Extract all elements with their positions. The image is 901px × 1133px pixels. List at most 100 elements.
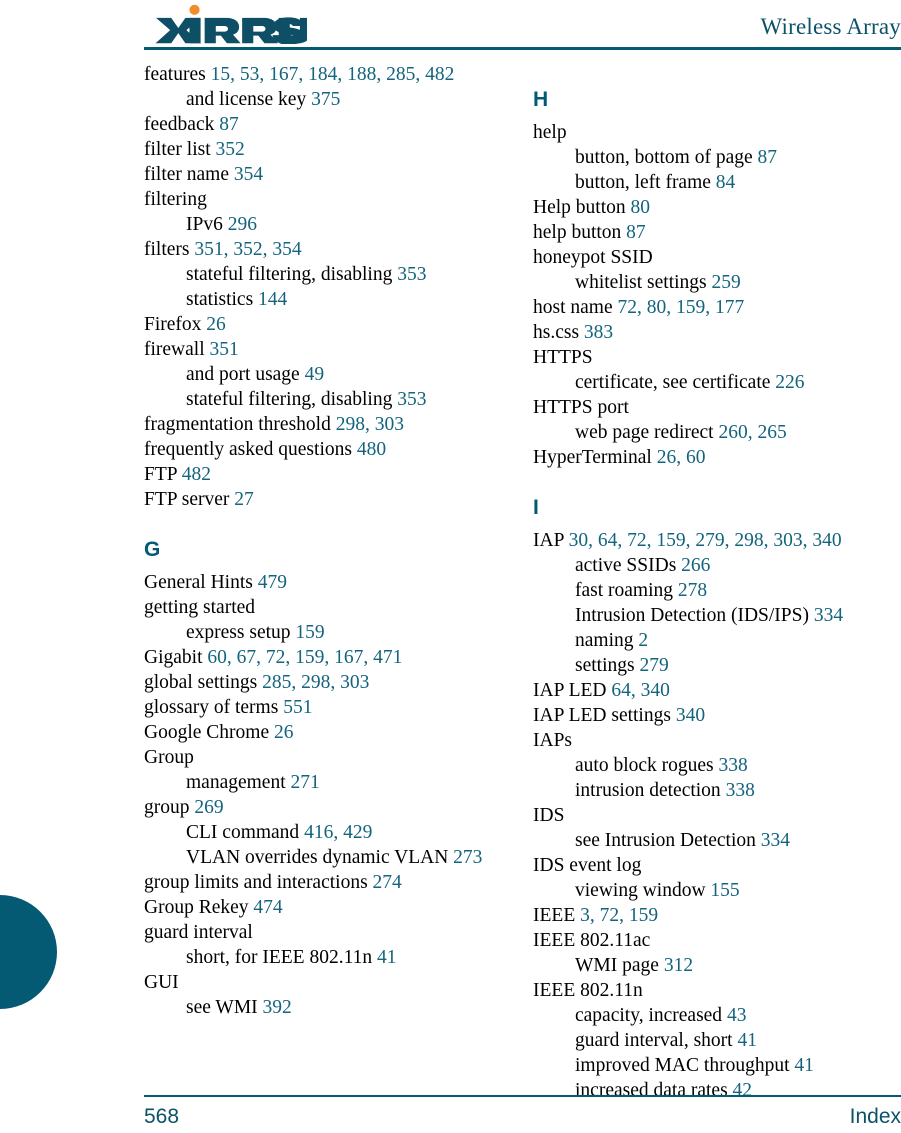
index-content: features 15, 53, 167, 184, 188, 285, 482…	[0, 62, 901, 1101]
index-entry-term: filters	[144, 239, 195, 260]
index-entry: IAPs	[533, 728, 901, 753]
index-entry-page-refs[interactable]: 482	[182, 464, 211, 485]
index-entry-page-refs[interactable]: 64, 340	[611, 680, 670, 701]
index-entry-page-refs[interactable]: 551	[283, 697, 312, 718]
index-entry-page-refs[interactable]: 159	[295, 622, 324, 643]
index-entry-page-refs[interactable]: 340	[676, 705, 705, 726]
index-entry-page-refs[interactable]: 278	[678, 580, 707, 601]
index-entry-term: and port usage	[186, 364, 305, 385]
index-entry-page-refs[interactable]: 338	[719, 755, 748, 776]
index-entry-page-refs[interactable]: 87	[758, 147, 778, 168]
index-entry: filters 351, 352, 354	[144, 237, 512, 262]
index-entry-page-refs[interactable]: 80	[631, 197, 651, 218]
index-entry: Group Rekey 474	[144, 895, 512, 920]
index-entry-term: web page redirect	[575, 422, 719, 443]
index-entry-page-refs[interactable]: 15, 53, 167, 184, 188, 285, 482	[211, 64, 455, 85]
index-entry-term: honeypot SSID	[533, 247, 653, 268]
index-entry-page-refs[interactable]: 416, 429	[304, 822, 372, 843]
index-entry-page-refs[interactable]: 144	[258, 289, 287, 310]
index-entry-page-refs[interactable]: 353	[397, 389, 426, 410]
index-entry-page-refs[interactable]: 26	[206, 314, 226, 335]
index-entry-page-refs[interactable]: 474	[253, 897, 282, 918]
index-entry-page-refs[interactable]: 41	[377, 947, 397, 968]
index-entry-page-refs[interactable]: 260, 265	[718, 422, 786, 443]
index-entry-page-refs[interactable]: 479	[258, 572, 287, 593]
index-entry-page-refs[interactable]: 72, 80, 159, 177	[617, 297, 744, 318]
index-entry-page-refs[interactable]: 375	[311, 89, 340, 110]
index-entry-page-refs[interactable]: 351, 352, 354	[194, 239, 301, 260]
index-entry: auto block rogues 338	[533, 753, 901, 778]
index-entry-term: IEEE	[533, 905, 581, 926]
index-entry-term: filtering	[144, 189, 207, 210]
index-entry-term: Firefox	[144, 314, 207, 335]
index-entry-term: IDS	[533, 805, 565, 826]
index-entry-page-refs[interactable]: 49	[305, 364, 325, 385]
index-entry-page-refs[interactable]: 273	[453, 847, 482, 868]
header-title: Wireless Array	[760, 14, 901, 39]
index-entry-page-refs[interactable]: 266	[681, 555, 710, 576]
index-entry: Firefox 26	[144, 312, 512, 337]
index-entry-term: statistics	[186, 289, 259, 310]
index-entry-page-refs[interactable]: 269	[194, 797, 223, 818]
index-entry-page-refs[interactable]: 259	[712, 272, 741, 293]
index-entry-page-refs[interactable]: 480	[357, 439, 386, 460]
index-entry-page-refs[interactable]: 392	[263, 997, 292, 1018]
index-entry-page-refs[interactable]: 353	[397, 264, 426, 285]
index-entry-page-refs[interactable]: 334	[761, 830, 790, 851]
index-entry-page-refs[interactable]: 155	[710, 880, 739, 901]
index-entry-page-refs[interactable]: 285, 298, 303	[262, 672, 369, 693]
index-entry: viewing window 155	[533, 878, 901, 903]
index-entry: help	[533, 120, 901, 145]
index-entry-page-refs[interactable]: 27	[234, 489, 254, 510]
index-entry-page-refs[interactable]: 226	[775, 372, 804, 393]
xirrus-logo: ®	[155, 4, 307, 44]
index-entry-page-refs[interactable]: 274	[373, 872, 402, 893]
index-entry-page-refs[interactable]: 2	[638, 630, 648, 651]
index-entry-page-refs[interactable]: 60, 67, 72, 159, 167, 471	[207, 647, 402, 668]
index-entry-page-refs[interactable]: 42	[733, 1080, 753, 1101]
index-entry-page-refs[interactable]: 351	[210, 339, 239, 360]
index-entry-term: VLAN overrides dynamic VLAN	[186, 847, 454, 868]
index-entry-page-refs[interactable]: 43	[727, 1005, 747, 1026]
index-entry-page-refs[interactable]: 26	[274, 722, 294, 743]
index-entry-term: guard interval, short	[575, 1030, 738, 1051]
index-entry-page-refs[interactable]: 41	[794, 1055, 814, 1076]
index-entry-term: Help button	[533, 197, 631, 218]
index-entry-page-refs[interactable]: 334	[814, 605, 843, 626]
index-entry-page-refs[interactable]: 87	[219, 114, 239, 135]
index-entry: guard interval, short 41	[533, 1028, 901, 1053]
index-entry: IDS event log	[533, 853, 901, 878]
index-entry: filter list 352	[144, 137, 512, 162]
index-entry-page-refs[interactable]: 296	[228, 214, 257, 235]
index-entry-page-refs[interactable]: 383	[584, 322, 613, 343]
index-entry-page-refs[interactable]: 26, 60	[657, 447, 706, 468]
index-entry: management 271	[144, 770, 512, 795]
index-entry-page-refs[interactable]: 30, 64, 72, 159, 279, 298, 303, 340	[569, 530, 842, 551]
index-entry-term: CLI command	[186, 822, 305, 843]
index-entry-term: guard interval	[144, 922, 253, 943]
index-entry-page-refs[interactable]: 279	[639, 655, 668, 676]
index-entry-page-refs[interactable]: 87	[626, 222, 646, 243]
index-entry-term: IPv6	[186, 214, 228, 235]
index-entry-page-refs[interactable]: 312	[664, 955, 693, 976]
index-entry-page-refs[interactable]: 352	[216, 139, 245, 160]
index-entry: whitelist settings 259	[533, 270, 901, 295]
index-entry-page-refs[interactable]: 354	[234, 164, 263, 185]
index-entry-term: HyperTerminal	[533, 447, 657, 468]
index-entry-term: features	[144, 64, 211, 85]
index-entry-term: button, bottom of page	[575, 147, 758, 168]
index-entry-page-refs[interactable]: 298, 303	[336, 414, 404, 435]
index-entry: group limits and interactions 274	[144, 870, 512, 895]
index-entry: VLAN overrides dynamic VLAN 273	[144, 845, 512, 870]
index-entry-term: express setup	[186, 622, 296, 643]
index-section-heading: G	[144, 538, 161, 561]
header-rule	[144, 47, 901, 50]
index-entry: Google Chrome 26	[144, 720, 512, 745]
index-entry-page-refs[interactable]: 84	[716, 172, 736, 193]
index-entry-term: short, for IEEE 802.11n	[186, 947, 377, 968]
index-entry-page-refs[interactable]: 271	[291, 772, 320, 793]
index-entry-page-refs[interactable]: 41	[737, 1030, 757, 1051]
index-entry-page-refs[interactable]: 3, 72, 159	[580, 905, 658, 926]
index-entry: guard interval	[144, 920, 512, 945]
index-entry-page-refs[interactable]: 338	[726, 780, 755, 801]
